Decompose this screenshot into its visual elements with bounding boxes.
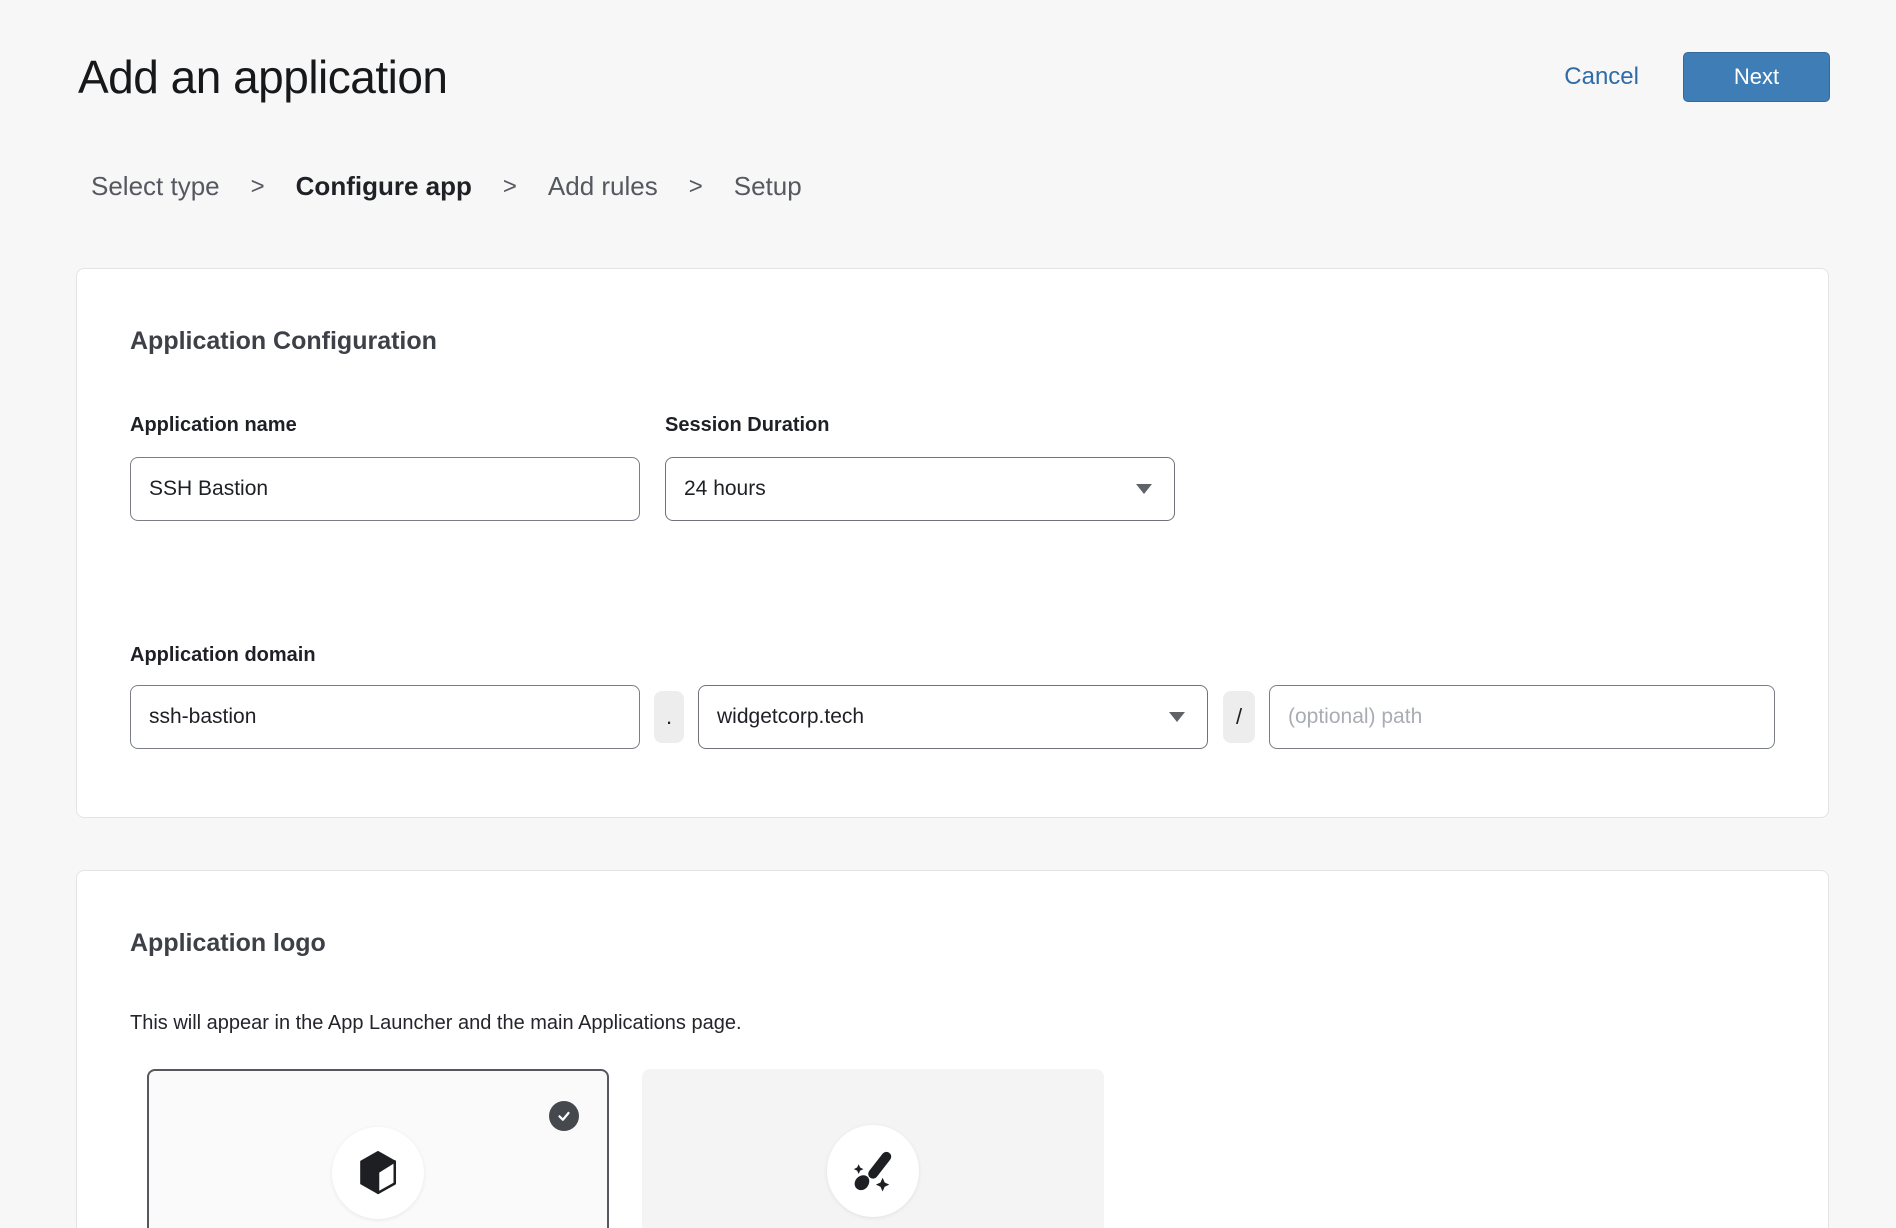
application-domain-row: . widgetcorp.tech / [130, 685, 1775, 749]
logo-option-custom[interactable] [642, 1069, 1104, 1228]
logo-card-description: This will appear in the App Launcher and… [130, 1011, 1775, 1035]
page-title: Add an application [78, 50, 1564, 104]
application-domain-label: Application domain [130, 643, 1775, 667]
logo-card-title: Application logo [130, 928, 1775, 958]
step-configure-app[interactable]: Configure app [296, 171, 472, 202]
check-icon [555, 1107, 573, 1125]
next-button[interactable]: Next [1683, 52, 1830, 102]
logo-option-default[interactable] [147, 1069, 609, 1228]
step-add-rules[interactable]: Add rules [548, 171, 658, 202]
chevron-down-icon [1136, 484, 1152, 494]
step-select-type[interactable]: Select type [91, 171, 220, 202]
application-logo-card: Application logo This will appear in the… [76, 870, 1829, 1228]
configuration-card-title: Application Configuration [130, 326, 1775, 356]
session-duration-select[interactable]: 24 hours [665, 457, 1175, 521]
application-name-field-group: Application name [130, 413, 640, 521]
application-name-label: Application name [130, 413, 640, 437]
cancel-button[interactable]: Cancel [1564, 63, 1639, 91]
application-name-input[interactable] [130, 457, 640, 521]
session-duration-label: Session Duration [665, 413, 1175, 437]
custom-logo-circle [827, 1125, 919, 1217]
paintbrush-icon [850, 1148, 896, 1194]
selected-check-badge [549, 1101, 579, 1131]
default-logo-circle [332, 1127, 424, 1219]
slash-separator: / [1223, 691, 1255, 743]
breadcrumb-separator: > [503, 173, 517, 201]
domain-select[interactable]: widgetcorp.tech [698, 685, 1208, 749]
application-configuration-card: Application Configuration Application na… [76, 268, 1829, 818]
path-input[interactable] [1269, 685, 1775, 749]
name-duration-row: Application name Session Duration 24 hou… [130, 413, 1775, 521]
logo-options [147, 1069, 1775, 1228]
cube-icon [359, 1151, 397, 1195]
session-duration-value: 24 hours [684, 477, 766, 501]
breadcrumb-separator: > [251, 173, 265, 201]
step-setup[interactable]: Setup [734, 171, 802, 202]
domain-select-value: widgetcorp.tech [717, 705, 864, 729]
breadcrumb-separator: > [689, 173, 703, 201]
subdomain-input[interactable] [130, 685, 640, 749]
page-header: Add an application Cancel Next [0, 0, 1896, 104]
session-duration-field-group: Session Duration 24 hours [665, 413, 1175, 521]
dot-separator: . [654, 691, 684, 743]
chevron-down-icon [1169, 712, 1185, 722]
breadcrumb: Select type > Configure app > Add rules … [91, 171, 1896, 202]
